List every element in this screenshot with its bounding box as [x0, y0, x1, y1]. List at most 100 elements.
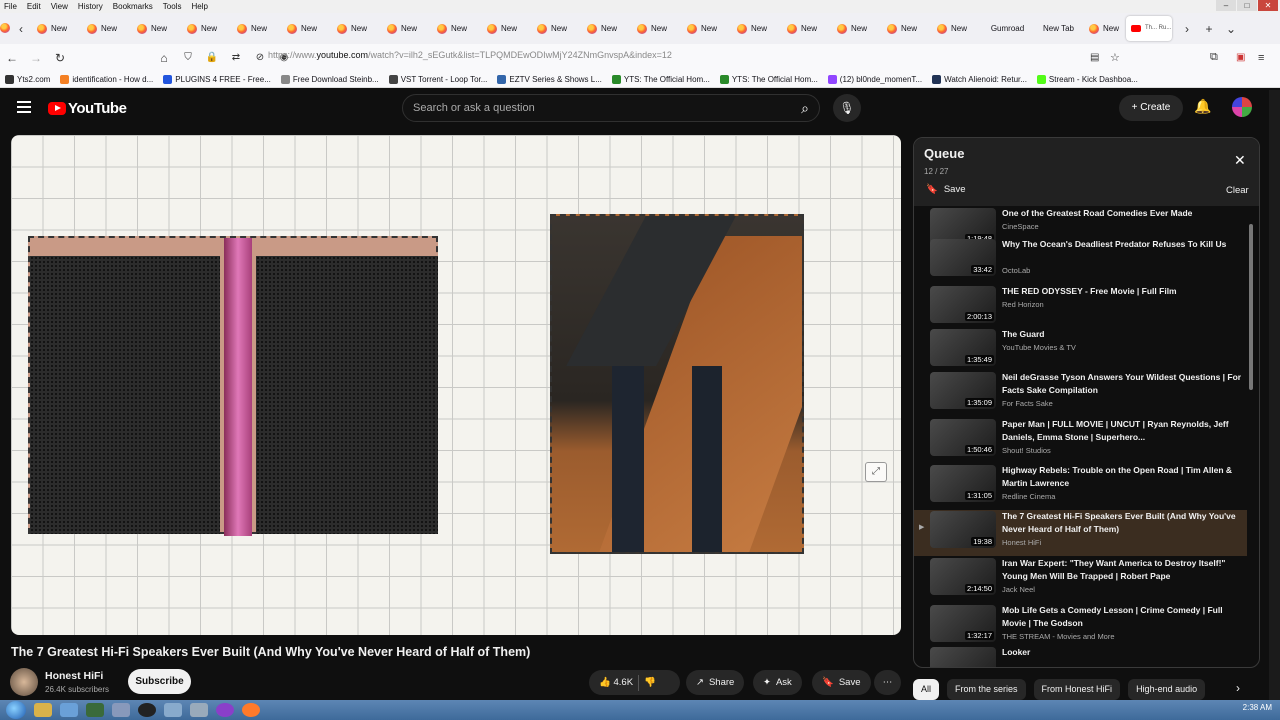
tab[interactable]: New	[482, 13, 532, 44]
maximize-icon[interactable]: □	[1237, 0, 1257, 11]
back-icon[interactable]: ←	[0, 51, 24, 65]
tab[interactable]: New	[632, 13, 682, 44]
scroll-tabs-left-icon[interactable]: ‹	[10, 22, 32, 36]
start-button-icon[interactable]	[6, 701, 26, 719]
bookmark-star-icon[interactable]: ☆	[1110, 51, 1120, 64]
queue-item[interactable]: 1:50:46 Paper Man | FULL MOVIE | UNCUT | …	[914, 418, 1247, 464]
share-button[interactable]: ↗ Share	[686, 670, 745, 695]
tab[interactable]: New	[582, 13, 632, 44]
minimize-icon[interactable]: –	[1216, 0, 1236, 11]
bookmark-item[interactable]: identification - How d...	[55, 74, 158, 84]
bookmark-item[interactable]: Free Download Steinb...	[276, 74, 384, 84]
video-player[interactable]: ⤢	[11, 135, 901, 635]
chevron-right-icon[interactable]: ›	[1236, 681, 1240, 695]
queue-item[interactable]: Looker	[914, 646, 1247, 667]
tab[interactable]: New	[882, 13, 932, 44]
tab[interactable]: New	[782, 13, 832, 44]
menu-icon[interactable]: ≡	[1258, 52, 1264, 64]
app-icon[interactable]	[138, 703, 156, 717]
tab[interactable]: New	[232, 13, 282, 44]
account-avatar[interactable]	[1232, 97, 1252, 117]
queue-item[interactable]: 1:35:09 Neil deGrasse Tyson Answers Your …	[914, 371, 1247, 417]
shield-icon[interactable]: ⛉	[176, 52, 200, 63]
hamburger-menu-icon[interactable]	[17, 101, 31, 113]
bookmark-item[interactable]: Watch Alienoid: Retur...	[927, 74, 1032, 84]
search-icon[interactable]: ⌕	[792, 96, 818, 120]
search-input[interactable]: Search or ask a question	[402, 94, 820, 122]
ask-button[interactable]: ✦ Ask	[753, 670, 802, 695]
youtube-logo[interactable]: YouTube	[48, 100, 127, 117]
close-icon[interactable]: ✕	[1234, 152, 1246, 169]
menu-file[interactable]: File	[4, 2, 17, 11]
extensions-puzzle-icon[interactable]: ⧉	[1210, 51, 1218, 64]
bookmark-item[interactable]: Yts2.com	[0, 74, 55, 84]
queue-item[interactable]: 2:14:50 Iran War Expert: "They Want Ameri…	[914, 557, 1247, 603]
tab[interactable]: New	[682, 13, 732, 44]
tab[interactable]: New	[532, 13, 582, 44]
app-icon[interactable]	[164, 703, 182, 717]
new-tab-icon[interactable]: +	[1198, 22, 1220, 36]
app-icon[interactable]	[216, 703, 234, 717]
tab-list-icon[interactable]	[0, 22, 10, 36]
bookmark-item[interactable]: EZTV Series & Shows L...	[492, 74, 606, 84]
bookmark-item[interactable]: Stream - Kick Dashboa...	[1032, 74, 1143, 84]
menu-edit[interactable]: Edit	[27, 2, 41, 11]
bookmark-item[interactable]: VST Torrent - Loop Tor...	[384, 74, 493, 84]
permissions-icon[interactable]: ⇄	[224, 52, 248, 63]
queue-scrollbar[interactable]	[1249, 224, 1253, 390]
scroll-tabs-right-icon[interactable]: ›	[1176, 22, 1198, 36]
create-button[interactable]: + Create	[1119, 95, 1183, 121]
reader-view-icon[interactable]: ▤	[1090, 52, 1099, 63]
bookmark-item[interactable]: YTS: The Official Hom...	[607, 74, 715, 84]
chevron-down-icon[interactable]: ⌄	[1220, 22, 1242, 36]
notifications-bell-icon[interactable]: 🔔	[1194, 98, 1211, 115]
tab[interactable]: New	[1084, 13, 1122, 44]
more-actions-button[interactable]: ⋯	[874, 670, 901, 695]
tab[interactable]: New	[832, 13, 882, 44]
app-icon[interactable]	[112, 703, 130, 717]
tab[interactable]: New	[132, 13, 182, 44]
queue-item[interactable]: 1:31:05 Highway Rebels: Trouble on the Op…	[914, 464, 1247, 510]
menu-tools[interactable]: Tools	[163, 2, 182, 11]
channel-avatar[interactable]	[10, 668, 38, 696]
dislike-button[interactable]: 👎	[644, 670, 656, 695]
file-explorer-icon[interactable]	[34, 703, 52, 717]
tab[interactable]: New	[182, 13, 232, 44]
queue-save-button[interactable]: 🔖 Save	[926, 184, 966, 195]
addon-icon[interactable]: ▣	[1236, 52, 1245, 63]
menu-help[interactable]: Help	[191, 2, 207, 11]
tab[interactable]: New	[82, 13, 132, 44]
save-button[interactable]: 🔖 Save	[812, 670, 871, 695]
chip-all[interactable]: All	[913, 678, 940, 700]
tab[interactable]: New	[282, 13, 332, 44]
microphone-icon[interactable]: 🎙	[833, 94, 861, 122]
home-icon[interactable]: ⌂	[152, 51, 176, 65]
reload-icon[interactable]: ↻	[48, 51, 72, 65]
system-clock[interactable]: 2:38 AM	[1243, 703, 1272, 712]
tab[interactable]: New	[32, 13, 82, 44]
bookmark-item[interactable]: YTS: The Official Hom...	[715, 74, 823, 84]
queue-item[interactable]: 1:35:49 The Guard YouTube Movies & TV	[914, 328, 1247, 374]
queue-item[interactable]: ▶ 19:38 The 7 Greatest Hi-Fi Speakers Ever…	[914, 510, 1247, 556]
tab[interactable]: New	[382, 13, 432, 44]
bookmark-item[interactable]: PLUGINS 4 FREE - Free...	[158, 74, 276, 84]
expand-icon[interactable]: ⤢	[865, 462, 887, 482]
bookmark-item[interactable]: (12) bl0nde_momenT...	[823, 74, 927, 84]
firefox-taskbar-icon[interactable]	[242, 703, 260, 717]
tab-active-youtube[interactable]: Th... Ru...✕	[1126, 16, 1172, 41]
channel-name[interactable]: Honest HiFi	[45, 670, 103, 682]
queue-item[interactable]: 33:42 Why The Ocean's Deadliest Predator …	[914, 238, 1247, 284]
forward-icon[interactable]: →	[24, 51, 48, 65]
app-icon[interactable]	[60, 703, 78, 717]
menu-bookmarks[interactable]: Bookmarks	[113, 2, 153, 11]
tab[interactable]: New	[732, 13, 782, 44]
queue-item[interactable]: 2:00:13 THE RED ODYSSEY - Free Movie | Fu…	[914, 285, 1247, 331]
like-button[interactable]: 👍 4.6K	[599, 670, 633, 695]
menu-history[interactable]: History	[78, 2, 103, 11]
tab-gumroad[interactable]: Gumroad	[982, 13, 1033, 44]
queue-clear-button[interactable]: Clear	[1226, 185, 1249, 196]
close-window-icon[interactable]: ✕	[1258, 0, 1278, 11]
chip-high-end-audio[interactable]: High-end audio	[1128, 678, 1206, 700]
url-bar[interactable]: https://www.youtube.com/watch?v=ilh2_sEG…	[268, 50, 672, 60]
menu-view[interactable]: View	[51, 2, 68, 11]
